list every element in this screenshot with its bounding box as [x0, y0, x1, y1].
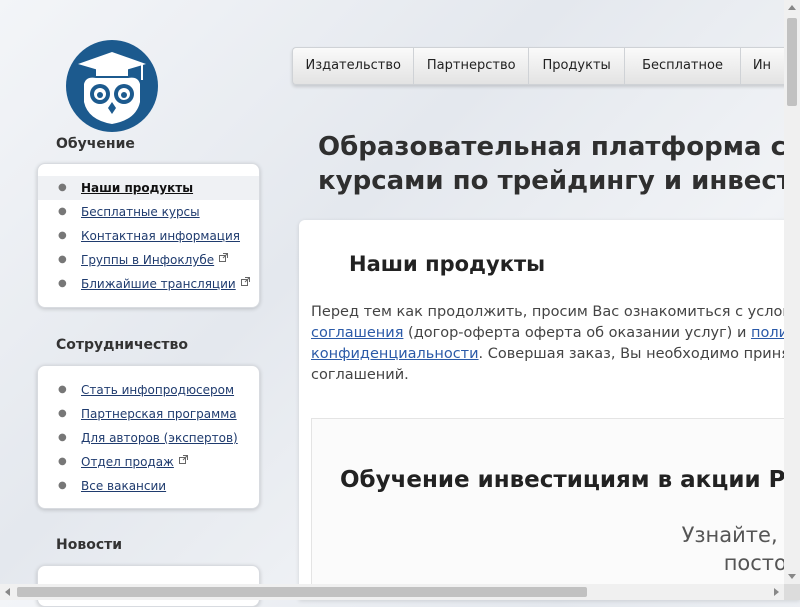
notice-text: . Совершая заказ, Вы необходимо принят [478, 346, 799, 362]
sidebar-item-for-authors[interactable]: ● Для авторов (экспертов) [38, 426, 259, 450]
bullet-icon: ● [58, 456, 67, 467]
scroll-down-arrow-icon[interactable] [788, 574, 796, 579]
bullet-icon: ● [58, 480, 67, 491]
external-link-icon [219, 253, 229, 262]
top-navigation-bar: Издательство Партнерство Продукты Беспла… [292, 47, 800, 85]
sidebar-item-partner-program[interactable]: ● Партнерская программа [38, 402, 259, 426]
sidebar-item-our-products[interactable]: ● Наши продукты [38, 176, 259, 200]
page-title-line1: Образовательная платформа с [318, 132, 786, 162]
sidebar-item-free-courses[interactable]: ● Бесплатные курсы [38, 200, 259, 224]
notice-text: соглашений. [311, 367, 409, 383]
product-card-title: Обучение инвестициям в акции РС [340, 467, 800, 493]
sidebar-item-label[interactable]: Партнерская программа [81, 407, 237, 421]
sidebar-menu-learning: ● Наши продукты ● Бесплатные курсы ● Контак… [37, 163, 260, 308]
sidebar-item-label[interactable]: Стать инфопродюсером [81, 383, 234, 397]
external-link-icon [178, 455, 188, 464]
bullet-icon: ● [58, 182, 67, 193]
bullet-icon: ● [58, 408, 67, 419]
sidebar-item-sales-dept[interactable]: ● Отдел продаж [38, 450, 259, 474]
bullet-icon: ● [58, 206, 67, 217]
scrollbar-corner [784, 584, 800, 600]
sidebar-item-contact-info[interactable]: ● Контактная информация [38, 224, 259, 248]
sidebar-section-title-news: Новости [56, 537, 123, 553]
privacy-policy-link[interactable]: конфиденциальности [311, 346, 479, 362]
scroll-up-arrow-icon[interactable] [788, 5, 796, 10]
sidebar-item-label[interactable]: Все вакансии [81, 479, 166, 493]
main-content-panel: Наши продукты Перед тем как продолжить, … [299, 220, 800, 600]
nav-item-free[interactable]: Бесплатное [625, 48, 741, 84]
bullet-icon: ● [58, 278, 67, 289]
sidebar-section-title-cooperation: Сотрудничество [56, 337, 188, 353]
vertical-scroll-thumb[interactable] [787, 18, 797, 106]
bullet-icon: ● [58, 384, 67, 395]
agreement-notice: Перед тем как продолжить, просим Вас озн… [311, 302, 800, 386]
sidebar-item-label[interactable]: Группы в Инфоклубе [81, 253, 214, 267]
nav-item-publishing[interactable]: Издательство [293, 48, 415, 84]
notice-text: Перед тем как продолжить, просим Вас озн… [311, 304, 800, 320]
sidebar-item-upcoming-streams[interactable]: ● Ближайшие трансляции [38, 272, 259, 296]
sidebar-item-infoclub-groups[interactable]: ● Группы в Инфоклубе [38, 248, 259, 272]
nav-item-products[interactable]: Продукты [529, 48, 626, 84]
scroll-right-arrow-icon[interactable] [774, 588, 779, 596]
nav-item-partnership[interactable]: Партнерство [414, 48, 530, 84]
page-title-line2: курсами по трейдингу и инвести [318, 166, 800, 196]
owl-logo-icon[interactable] [66, 40, 158, 132]
sidebar-item-label[interactable]: Отдел продаж [81, 455, 174, 469]
bullet-icon: ● [58, 432, 67, 443]
sidebar-item-label[interactable]: Контактная информация [81, 229, 240, 243]
sidebar-item-label[interactable]: Наши продукты [81, 181, 193, 195]
product-card-subtitle: Узнайте, к [681, 523, 797, 547]
sidebar-item-label[interactable]: Бесплатные курсы [81, 205, 200, 219]
horizontal-scrollbar[interactable] [0, 584, 784, 600]
bullet-icon: ● [58, 230, 67, 241]
vertical-scrollbar[interactable] [784, 0, 800, 584]
section-title: Наши продукты [349, 252, 546, 276]
sidebar-item-become-producer[interactable]: ● Стать инфопродюсером [38, 378, 259, 402]
external-link-icon [240, 277, 250, 286]
sidebar-section-title-learning: Обучение [56, 136, 135, 152]
page-title: Образовательная платформа с курсами по т… [318, 130, 800, 198]
product-card[interactable]: Обучение инвестициям в акции РС Узнайте,… [311, 418, 800, 600]
sidebar-item-all-vacancies[interactable]: ● Все вакансии [38, 474, 259, 498]
sidebar-item-label[interactable]: Ближайшие трансляции [81, 277, 236, 291]
sidebar-item-label[interactable]: Для авторов (экспертов) [81, 431, 238, 445]
horizontal-scroll-thumb[interactable] [17, 587, 587, 597]
bullet-icon: ● [58, 254, 67, 265]
scroll-left-arrow-icon[interactable] [5, 588, 10, 596]
agreement-link[interactable]: соглашения [311, 325, 403, 341]
sidebar-menu-cooperation: ● Стать инфопродюсером ● Партнерская прогр… [37, 365, 260, 509]
notice-text: (догор-оферта оферта об оказании услуг) … [403, 325, 751, 341]
